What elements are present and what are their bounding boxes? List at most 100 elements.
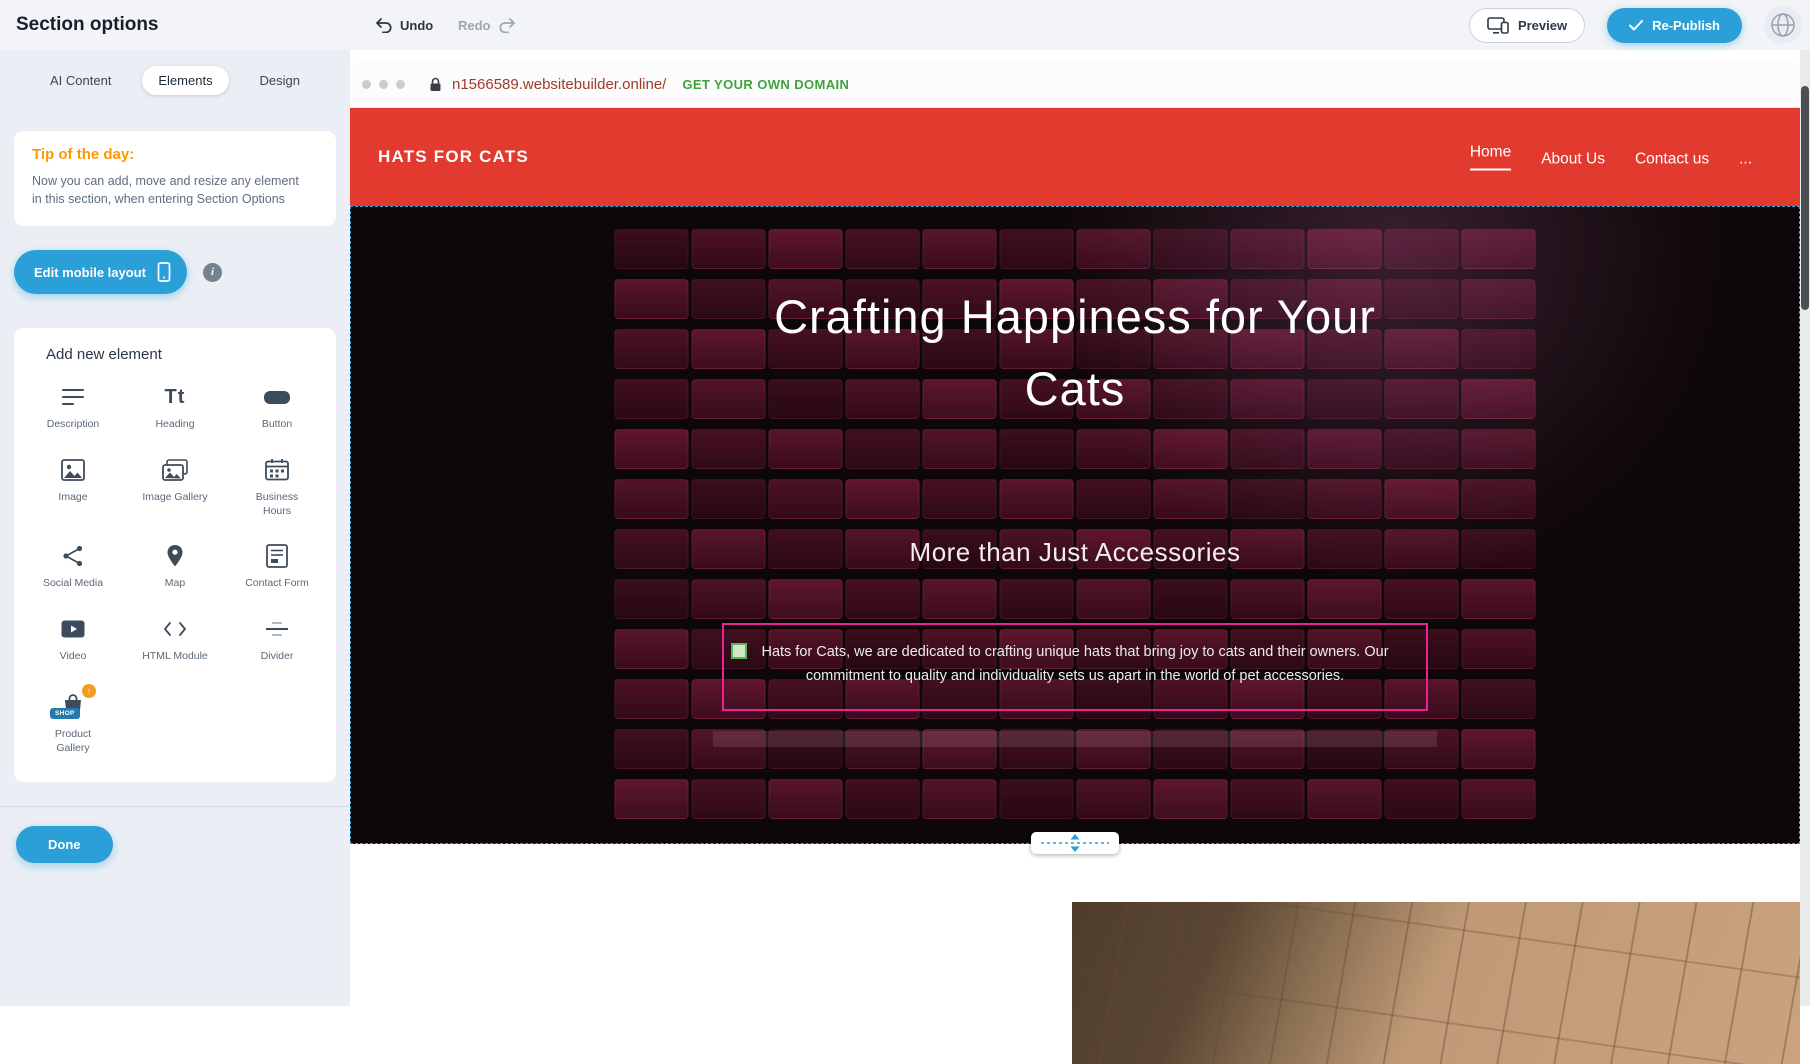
brick — [1385, 379, 1459, 419]
element-business-hours[interactable]: Business Hours — [226, 456, 328, 518]
contact-form-icon — [266, 542, 288, 570]
section-resize-handle[interactable] — [1031, 832, 1119, 854]
undo-button[interactable]: Undo — [375, 0, 433, 50]
brick — [1308, 229, 1382, 269]
brick — [1308, 479, 1382, 519]
brick — [615, 279, 689, 319]
brick — [692, 329, 766, 369]
brick — [1231, 779, 1305, 819]
brick — [1000, 229, 1074, 269]
divider-icon — [265, 615, 289, 643]
upgrade-badge-icon: ↑ — [82, 684, 96, 698]
brick — [1308, 579, 1382, 619]
brick — [923, 579, 997, 619]
tip-title: Tip of the day: — [32, 146, 318, 163]
brick — [692, 479, 766, 519]
element-button[interactable]: Button — [226, 383, 328, 432]
element-label: Contact Form — [245, 577, 309, 591]
done-button[interactable]: Done — [16, 826, 113, 863]
hero-text-element-selected[interactable]: Hats for Cats, we are dedicated to craft… — [722, 623, 1428, 711]
brick — [1154, 229, 1228, 269]
get-domain-link[interactable]: GET YOUR OWN DOMAIN — [682, 77, 849, 92]
preview-button[interactable]: Preview — [1469, 8, 1585, 43]
brick — [1231, 579, 1305, 619]
hero-subheading[interactable]: More than Just Accessories — [351, 537, 1799, 568]
element-label: Business Hours — [241, 491, 313, 518]
brick — [615, 579, 689, 619]
hero-section-selected[interactable]: Crafting Happiness for Your Cats More th… — [350, 206, 1800, 844]
element-video[interactable]: Video — [22, 615, 124, 664]
window-dots-icon — [362, 80, 405, 89]
nav-contact-us[interactable]: Contact us — [1635, 151, 1709, 171]
redo-button[interactable]: Redo — [458, 0, 516, 50]
brick — [1385, 779, 1459, 819]
element-label: Divider — [261, 650, 294, 664]
shop-tag: SHOP — [50, 708, 80, 719]
brick — [846, 579, 920, 619]
element-contact-form[interactable]: Contact Form — [226, 542, 328, 591]
element-label: Social Media — [43, 577, 103, 591]
element-label: Map — [165, 577, 185, 591]
brick — [692, 429, 766, 469]
brick — [1462, 479, 1536, 519]
preview-devices-icon — [1487, 17, 1509, 34]
builder-canvas: n1566589.websitebuilder.online/ GET YOUR… — [350, 50, 1810, 1006]
element-html-module[interactable]: HTML Module — [124, 615, 226, 664]
brick — [615, 629, 689, 669]
map-icon — [166, 542, 184, 570]
mobile-phone-icon — [157, 262, 171, 282]
site-nav: Home About Us Contact us ... — [1470, 144, 1752, 171]
html-module-icon — [163, 615, 187, 643]
republish-button[interactable]: Re-Publish — [1607, 8, 1742, 43]
brick — [615, 429, 689, 469]
info-icon[interactable]: i — [203, 263, 222, 282]
scrollbar-thumb[interactable] — [1801, 86, 1809, 310]
edit-mobile-layout-button[interactable]: Edit mobile layout — [14, 250, 187, 294]
element-drag-handle[interactable] — [731, 643, 747, 659]
edit-mobile-label: Edit mobile layout — [34, 265, 146, 280]
preview-label: Preview — [1518, 18, 1567, 33]
element-label: Heading — [155, 418, 194, 432]
check-icon — [1629, 20, 1643, 31]
language-globe-button[interactable] — [1764, 6, 1802, 44]
brick — [1000, 779, 1074, 819]
globe-icon — [1770, 12, 1796, 38]
element-label: Description — [47, 418, 100, 432]
brick — [769, 479, 843, 519]
element-product-gallery[interactable]: ↑ SHOP Product Gallery — [22, 687, 124, 755]
pavement-photo — [1072, 902, 1800, 1064]
element-heading[interactable]: Tt Heading — [124, 383, 226, 432]
tab-design[interactable]: Design — [244, 66, 316, 95]
brick — [923, 229, 997, 269]
nav-more[interactable]: ... — [1739, 151, 1752, 171]
brick — [1308, 779, 1382, 819]
brick — [1154, 479, 1228, 519]
brick — [692, 779, 766, 819]
element-map[interactable]: Map — [124, 542, 226, 591]
tab-elements[interactable]: Elements — [142, 66, 228, 95]
brick — [692, 229, 766, 269]
brick — [1308, 429, 1382, 469]
element-image-gallery[interactable]: Image Gallery — [124, 456, 226, 518]
brick — [1154, 579, 1228, 619]
element-label: Image Gallery — [142, 491, 207, 505]
tab-ai-content[interactable]: AI Content — [34, 66, 127, 95]
brick — [1231, 429, 1305, 469]
brick — [846, 429, 920, 469]
brick — [1385, 279, 1459, 319]
element-image[interactable]: Image — [22, 456, 124, 518]
element-divider[interactable]: Divider — [226, 615, 328, 664]
element-label: Product Gallery — [37, 728, 109, 755]
brick — [615, 679, 689, 719]
element-label: Button — [262, 418, 292, 432]
brick — [1385, 429, 1459, 469]
nav-home[interactable]: Home — [1470, 144, 1511, 171]
site-logo[interactable]: HATS FOR CATS — [378, 147, 529, 167]
brick — [1462, 729, 1536, 769]
hero-heading[interactable]: Crafting Happiness for Your Cats — [765, 281, 1385, 425]
brick — [692, 579, 766, 619]
element-social-media[interactable]: Social Media — [22, 542, 124, 591]
nav-about-us[interactable]: About Us — [1541, 151, 1605, 171]
element-description[interactable]: Description — [22, 383, 124, 432]
site-preview: HATS FOR CATS Home About Us Contact us .… — [350, 108, 1800, 1006]
